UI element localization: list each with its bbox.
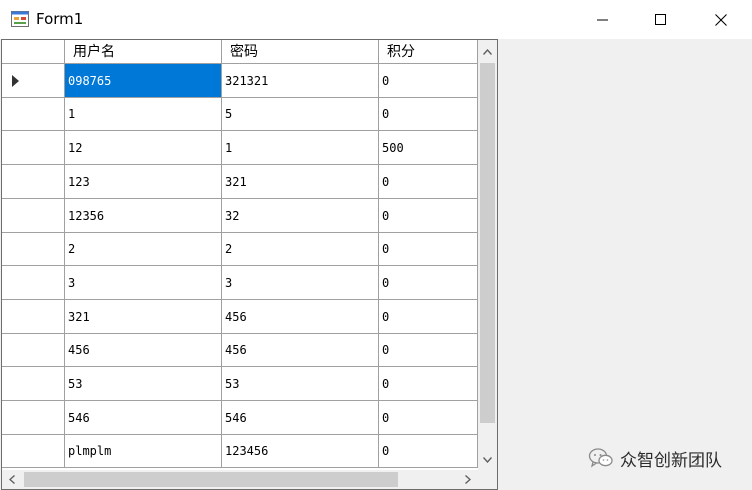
- wechat-icon: [588, 448, 613, 468]
- cell-points[interactable]: 0: [379, 165, 478, 199]
- row-header[interactable]: [2, 401, 65, 435]
- chevron-right-icon: [465, 475, 471, 484]
- cell-points[interactable]: 0: [379, 233, 478, 266]
- app-icon[interactable]: [11, 11, 29, 27]
- cell-username[interactable]: 321: [65, 300, 222, 334]
- horizontal-scroll-thumb[interactable]: [24, 472, 398, 487]
- row-header[interactable]: [2, 199, 65, 233]
- cell-points[interactable]: 0: [379, 199, 478, 233]
- cell-username[interactable]: 53: [65, 367, 222, 401]
- row-header[interactable]: [2, 334, 65, 367]
- cell-points[interactable]: 0: [379, 367, 478, 401]
- close-button[interactable]: [690, 0, 752, 39]
- current-row-arrow-icon: [12, 75, 19, 87]
- row-header[interactable]: [2, 300, 65, 334]
- maximize-icon: [655, 13, 666, 25]
- row-header[interactable]: [2, 233, 65, 266]
- cell-password[interactable]: 5: [222, 98, 379, 131]
- cell-points[interactable]: 0: [379, 334, 478, 367]
- cell-password[interactable]: 546: [222, 401, 379, 435]
- column-header-points[interactable]: 积分: [379, 40, 478, 64]
- row-header[interactable]: [2, 165, 65, 199]
- cell-password[interactable]: 1: [222, 131, 379, 165]
- cell-points[interactable]: 0: [379, 98, 478, 131]
- chevron-left-icon: [9, 475, 15, 484]
- scroll-up-button[interactable]: [478, 40, 497, 63]
- window-title: Form1: [36, 10, 84, 28]
- row-header[interactable]: [2, 98, 65, 131]
- title-bar[interactable]: Form1: [0, 0, 752, 39]
- cell-password[interactable]: 321321: [222, 64, 379, 98]
- maximize-button[interactable]: [632, 0, 690, 39]
- cell-points[interactable]: 0: [379, 300, 478, 334]
- cell-username[interactable]: 2: [65, 233, 222, 266]
- cell-username[interactable]: 123: [65, 165, 222, 199]
- cell-points[interactable]: 500: [379, 131, 478, 165]
- horizontal-scrollbar[interactable]: [2, 470, 478, 489]
- chevron-down-icon: [483, 457, 492, 463]
- row-header[interactable]: [2, 367, 65, 401]
- watermark: 众智创新团队: [588, 446, 722, 471]
- cell-password[interactable]: 3: [222, 266, 379, 300]
- cell-username[interactable]: 098765: [65, 64, 222, 98]
- cell-password[interactable]: 321: [222, 165, 379, 199]
- scroll-left-button[interactable]: [2, 470, 22, 489]
- cell-password[interactable]: 53: [222, 367, 379, 401]
- cell-password[interactable]: 32: [222, 199, 379, 233]
- cell-password[interactable]: 456: [222, 334, 379, 367]
- cell-username[interactable]: 1: [65, 98, 222, 131]
- column-header-password[interactable]: 密码: [222, 40, 379, 64]
- data-grid-view[interactable]: 用户名 密码 积分 098765 321321 0 1 5 0 12 1 500 123 321 0 1…: [1, 39, 498, 490]
- cell-username[interactable]: 12356: [65, 199, 222, 233]
- row-header[interactable]: [2, 266, 65, 300]
- cell-points[interactable]: 0: [379, 435, 478, 468]
- cell-username[interactable]: 3: [65, 266, 222, 300]
- vertical-scrollbar[interactable]: [478, 40, 497, 470]
- cell-username[interactable]: 546: [65, 401, 222, 435]
- cell-password[interactable]: 456: [222, 300, 379, 334]
- cell-points[interactable]: 0: [379, 64, 478, 98]
- chevron-up-icon: [483, 48, 492, 55]
- watermark-text: 众智创新团队: [620, 450, 722, 471]
- cell-username[interactable]: 12: [65, 131, 222, 165]
- cell-points[interactable]: 0: [379, 266, 478, 300]
- scrollbar-corner: [478, 470, 497, 489]
- column-header-username[interactable]: 用户名: [65, 40, 222, 64]
- row-header[interactable]: [2, 131, 65, 165]
- scroll-down-button[interactable]: [478, 450, 497, 470]
- cell-username[interactable]: 456: [65, 334, 222, 367]
- vertical-scroll-thumb[interactable]: [480, 63, 495, 423]
- minimize-button[interactable]: [574, 0, 632, 39]
- cell-password[interactable]: 123456: [222, 435, 379, 468]
- minimize-icon: [597, 19, 608, 20]
- cell-points[interactable]: 0: [379, 401, 478, 435]
- top-left-header-cell[interactable]: [2, 40, 65, 64]
- row-header[interactable]: [2, 435, 65, 468]
- cell-username[interactable]: plmplm: [65, 435, 222, 468]
- close-icon: [715, 13, 727, 26]
- row-header[interactable]: [2, 64, 65, 98]
- cell-password[interactable]: 2: [222, 233, 379, 266]
- scroll-right-button[interactable]: [458, 470, 478, 489]
